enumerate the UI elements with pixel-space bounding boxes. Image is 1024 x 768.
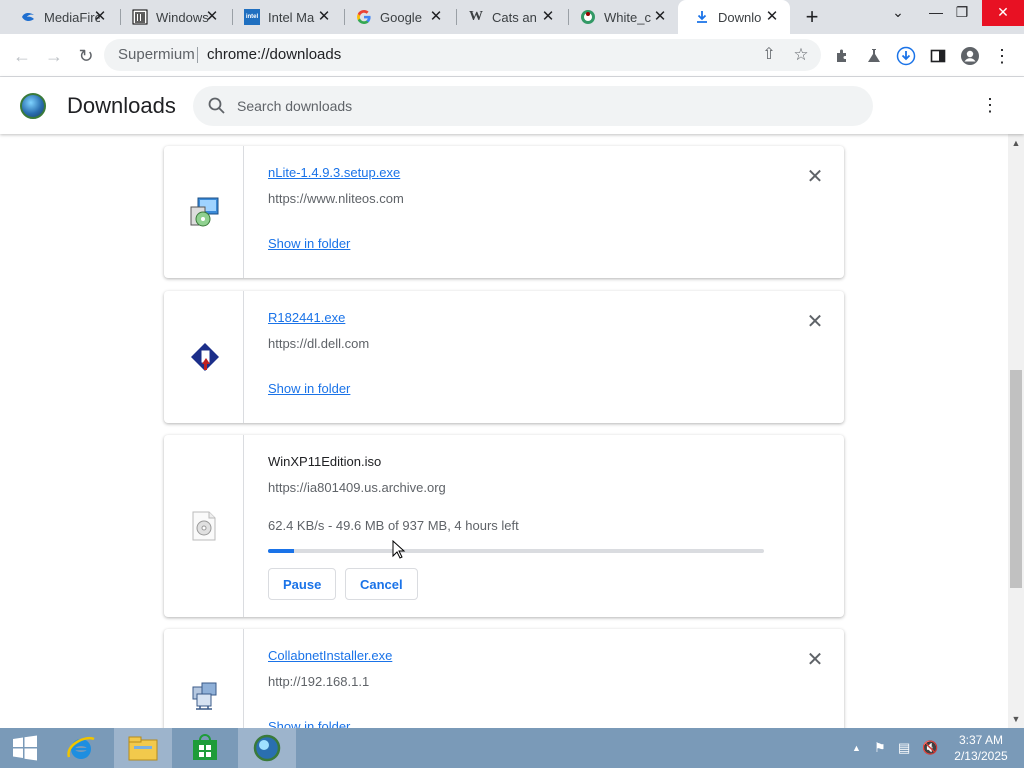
mediafire-icon [20,9,36,25]
page-scrollbar[interactable]: ▲ ▼ [1008,134,1024,728]
tab-google[interactable]: Google ✕ [340,0,454,34]
tab-close-button[interactable]: ✕ [652,9,668,25]
supermium-logo-icon [20,93,46,119]
downloads-list: nLite-1.4.9.3.setup.exe https://www.nlit… [0,134,1008,728]
search-downloads-bar[interactable] [193,86,873,126]
downloads-header: Downloads ⋮ [0,77,1024,134]
new-tab-button[interactable]: + [799,4,825,30]
tab-close-button[interactable]: ✕ [764,9,780,25]
action-center-flag-icon[interactable]: ⚑ [874,740,886,756]
source-url: https://dl.dell.com [268,336,370,351]
source-url: http://192.168.1.1 [268,674,370,689]
show-in-folder-link[interactable]: Show in folder [268,381,350,396]
back-arrow-icon[interactable]: ← [8,42,36,70]
remove-item-close-icon[interactable]: ✕ [804,166,826,188]
tab-close-button[interactable]: ✕ [316,9,332,25]
browser-toolbar: ← → ↻ Supermium chrome://downloads ⇧ ☆ ⋮ [0,34,1024,77]
tab-close-button[interactable]: ✕ [540,9,556,25]
tab-wikimedia[interactable]: White_c ✕ [564,0,678,34]
download-item: CollabnetInstaller.exe http://192.168.1.… [164,629,844,728]
tab-search-chevron-icon[interactable]: ⌄ [881,0,915,26]
tab-wikipedia[interactable]: W Cats an ✕ [452,0,566,34]
show-in-folder-link[interactable]: Show in folder [268,236,350,251]
remove-item-close-icon[interactable]: ✕ [804,311,826,333]
progress-fill [268,549,295,553]
downloads-toolbar-icon[interactable] [892,42,920,70]
tab-mediafire[interactable]: MediaFire ✕ [4,0,118,34]
address-bar[interactable]: Supermium chrome://downloads ⇧ ☆ [104,39,821,71]
search-icon [208,97,225,114]
forward-arrow-icon[interactable]: → [40,42,68,70]
bookmark-star-icon[interactable]: ☆ [787,41,815,69]
tab-windows[interactable]: Windows ✕ [116,0,230,34]
source-url: https://ia801409.us.archive.org [268,480,446,495]
download-item: R182441.exe https://dl.dell.com Show in … [164,291,844,423]
restore-button[interactable]: ❐ [945,0,979,26]
wikipedia-icon: W [469,9,483,24]
extensions-puzzle-icon[interactable] [828,42,856,70]
file-name-link[interactable]: R182441.exe [268,310,345,325]
download-progress-bar [268,549,764,553]
download-item: nLite-1.4.9.3.setup.exe https://www.nlit… [164,146,844,278]
source-url: https://www.nliteos.com [268,191,404,206]
clock-date: 2/13/2025 [954,749,1008,763]
browser-menu-icon[interactable]: ⋮ [988,42,1016,70]
intel-icon: intel [244,9,260,25]
profile-avatar-icon[interactable] [956,42,984,70]
tab-downloads[interactable]: Downlo ✕ [678,0,790,34]
internet-explorer-icon[interactable] [52,728,110,768]
file-name-link[interactable]: nLite-1.4.9.3.setup.exe [268,165,400,180]
download-status-text: 62.4 KB/s - 49.6 MB of 937 MB, 4 hours l… [268,518,519,533]
file-explorer-icon[interactable] [114,728,172,768]
scroll-down-arrow-icon[interactable]: ▼ [1011,714,1021,724]
archive-icon [132,9,148,25]
volume-muted-icon[interactable]: 🔇 [922,740,938,756]
tab-close-button[interactable]: ✕ [92,9,108,25]
side-panel-icon[interactable] [924,42,952,70]
download-item-in-progress: WinXP11Edition.iso https://ia801409.us.a… [164,435,844,617]
supermium-icon[interactable] [238,728,296,768]
tab-close-button[interactable]: ✕ [204,9,220,25]
disc-image-icon [192,511,216,541]
reload-icon[interactable]: ↻ [72,42,100,70]
remove-item-close-icon[interactable]: ✕ [804,649,826,671]
mouse-pointer-icon [392,540,406,559]
tab-intel[interactable]: intel Intel Ma ✕ [228,0,342,34]
search-input[interactable] [237,95,837,117]
close-window-button[interactable]: ✕ [982,0,1024,26]
tab-title: Downlo [718,9,762,25]
file-name-link[interactable]: CollabnetInstaller.exe [268,648,392,663]
windows-taskbar: ▲ ⚑ ▤ 🔇 3:37 AM 2/13/2025 [0,728,1024,768]
google-icon [356,9,372,25]
address-divider [197,47,198,63]
more-actions-menu-icon[interactable]: ⋮ [978,95,1002,119]
page-title: Downloads [67,93,176,118]
tab-strip: MediaFire ✕ Windows ✕ intel Intel Ma ✕ G… [0,0,1024,34]
show-in-folder-link[interactable]: Show in folder [268,719,350,728]
cancel-button[interactable]: Cancel [345,568,418,600]
download-icon [694,9,710,25]
wikimedia-icon [580,9,596,25]
browser-name-chip: Supermium [118,46,195,63]
network-icon[interactable]: ▤ [898,740,910,756]
installer-icon [190,197,219,227]
clock-time: 3:37 AM [958,733,1004,747]
store-icon[interactable] [176,728,234,768]
scrollbar-thumb[interactable] [1010,370,1022,588]
lab-flask-icon[interactable] [860,42,888,70]
pause-button[interactable]: Pause [268,568,337,600]
scroll-up-arrow-icon[interactable]: ▲ [1011,138,1021,148]
system-clock[interactable]: 3:37 AM 2/13/2025 [948,732,1014,764]
share-icon[interactable]: ⇧ [755,41,783,69]
network-installer-icon [192,682,217,710]
tab-close-button[interactable]: ✕ [428,9,444,25]
url-text[interactable]: chrome://downloads [207,46,341,63]
file-name: WinXP11Edition.iso [268,454,382,469]
tray-overflow-chevron-icon[interactable]: ▲ [852,743,861,753]
dell-installer-icon [191,343,219,371]
start-icon[interactable] [0,728,50,768]
